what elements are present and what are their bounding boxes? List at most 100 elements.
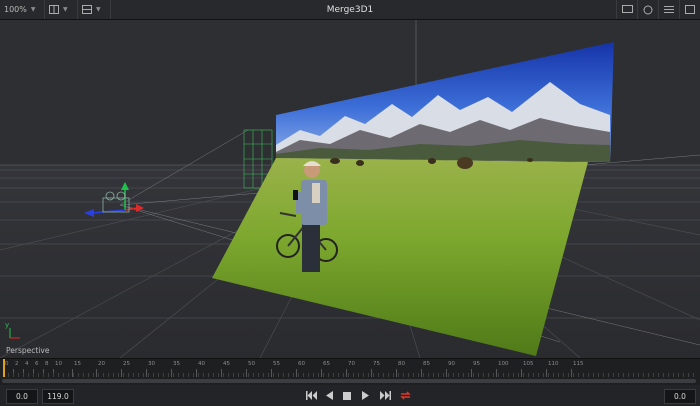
chevron-down-icon: ▼ [96,6,101,13]
timeline-minor-tick [78,373,79,377]
3d-viewport[interactable]: y Perspective [0,20,700,358]
timeline-minor-tick [153,373,154,377]
skip-to-start-icon [305,391,317,400]
stop-icon [343,391,351,400]
timeline-tick-label: 90 [448,361,455,367]
timeline-minor-tick [603,373,604,377]
timeline-tick [446,369,447,377]
timeline-tick-label: 6 [35,361,39,367]
timeline-minor-tick [688,373,689,377]
timeline-minor-tick [398,373,399,377]
timeline-minor-tick [218,373,219,377]
timeline-tick-label: 4 [25,361,29,367]
timeline-tick-label: 55 [273,361,280,367]
timeline-minor-tick [588,373,589,377]
timeline-minor-tick [568,373,569,377]
timeline-minor-tick [123,373,124,377]
timeline-tick [346,369,347,377]
timeline-minor-tick [518,373,519,377]
render-start-field[interactable]: 0.0 [6,389,38,404]
timeline-minor-tick [443,373,444,377]
timeline-minor-tick [493,373,494,377]
timeline-minor-tick [333,373,334,377]
timeline-minor-tick [558,373,559,377]
timeline-minor-tick [268,373,269,377]
timeline-minor-tick [408,373,409,377]
timeline-scrollbar[interactable] [2,379,696,383]
timeline-minor-tick [363,373,364,377]
timeline-minor-tick [358,373,359,377]
viewer-toolbar: 100% ▼ ▼ ▼ Merge3D1 [0,0,700,20]
timeline-minor-tick [68,373,69,377]
timeline-minor-tick [73,373,74,377]
monitor-icon [621,5,633,13]
timeline-minor-tick [598,373,599,377]
timeline-minor-tick [668,373,669,377]
timeline-minor-tick [373,373,374,377]
timeline-minor-tick [328,373,329,377]
zoom-dropdown[interactable]: 100% ▼ [0,0,45,19]
timeline-tick-label: 115 [573,361,584,367]
view-mode-label[interactable]: Perspective [6,346,49,355]
loop-button[interactable] [397,389,413,402]
timeline-minor-tick [528,373,529,377]
timeline-tick-label: 35 [173,361,180,367]
expand-icon [685,5,695,14]
timeline-tick [496,369,497,377]
roi-dropdown[interactable]: ▼ [78,0,111,19]
timeline-minor-tick [578,373,579,377]
timeline-tick-label: 85 [423,361,430,367]
timeline-minor-tick [683,373,684,377]
timeline-minor-tick [23,373,24,377]
timeline-tick [121,369,122,377]
timeline-tick [571,369,572,377]
timeline-minor-tick [93,373,94,377]
timeline-minor-tick [423,373,424,377]
view-layout-dropdown[interactable]: ▼ [45,0,78,19]
go-to-end-button[interactable] [377,389,393,402]
timeline-tick [546,369,547,377]
timeline-minor-tick [503,373,504,377]
timeline-minor-tick [108,373,109,377]
timeline-minor-tick [253,373,254,377]
current-time-field[interactable]: 0.0 [664,389,696,404]
frame-ruler[interactable]: 0 2 4 6 8 10 15 20 25 30 35 40 45 50 55 60 65 70 75 80 85 90 9… [0,359,700,377]
timeline-minor-tick [378,373,379,377]
timeline-minor-tick [338,373,339,377]
mountain-backdrop-plane [276,42,614,162]
color-channel-button[interactable] [637,0,658,19]
timeline-minor-tick [98,373,99,377]
timeline-minor-tick [678,373,679,377]
timeline-minor-tick [318,373,319,377]
timeline-minor-tick [523,373,524,377]
timeline-minor-tick [553,373,554,377]
timeline-ruler[interactable]: 0 2 4 6 8 10 15 20 25 30 35 40 45 50 55 60 65 70 75 80 85 90 9… [0,358,700,385]
stop-button[interactable] [339,389,355,402]
skip-to-end-icon [379,391,391,400]
playhead-marker[interactable] [3,359,5,377]
timeline-minor-tick [178,373,179,377]
step-back-button[interactable] [321,389,337,402]
timeline-minor-tick [673,373,674,377]
play-forward-button[interactable] [357,389,373,402]
loop-icon [399,391,411,400]
timeline-minor-tick [183,373,184,377]
fullscreen-button[interactable] [679,0,700,19]
timeline-minor-tick [243,373,244,377]
timeline-minor-tick [548,373,549,377]
go-to-start-button[interactable] [303,389,319,402]
timeline-tick-label: 30 [148,361,155,367]
timeline-minor-tick [418,373,419,377]
timeline-minor-tick [148,373,149,377]
render-end-value: 119.0 [47,392,69,401]
timeline-tick-label: 2 [15,361,19,367]
options-menu-button[interactable] [658,0,679,19]
monitor-button[interactable] [616,0,637,19]
timeline-minor-tick [278,373,279,377]
timeline-minor-tick [288,373,289,377]
timeline-minor-tick [188,373,189,377]
timeline-minor-tick [13,373,14,377]
timeline-minor-tick [63,373,64,377]
render-end-field[interactable]: 119.0 [42,389,74,404]
timeline-minor-tick [368,373,369,377]
